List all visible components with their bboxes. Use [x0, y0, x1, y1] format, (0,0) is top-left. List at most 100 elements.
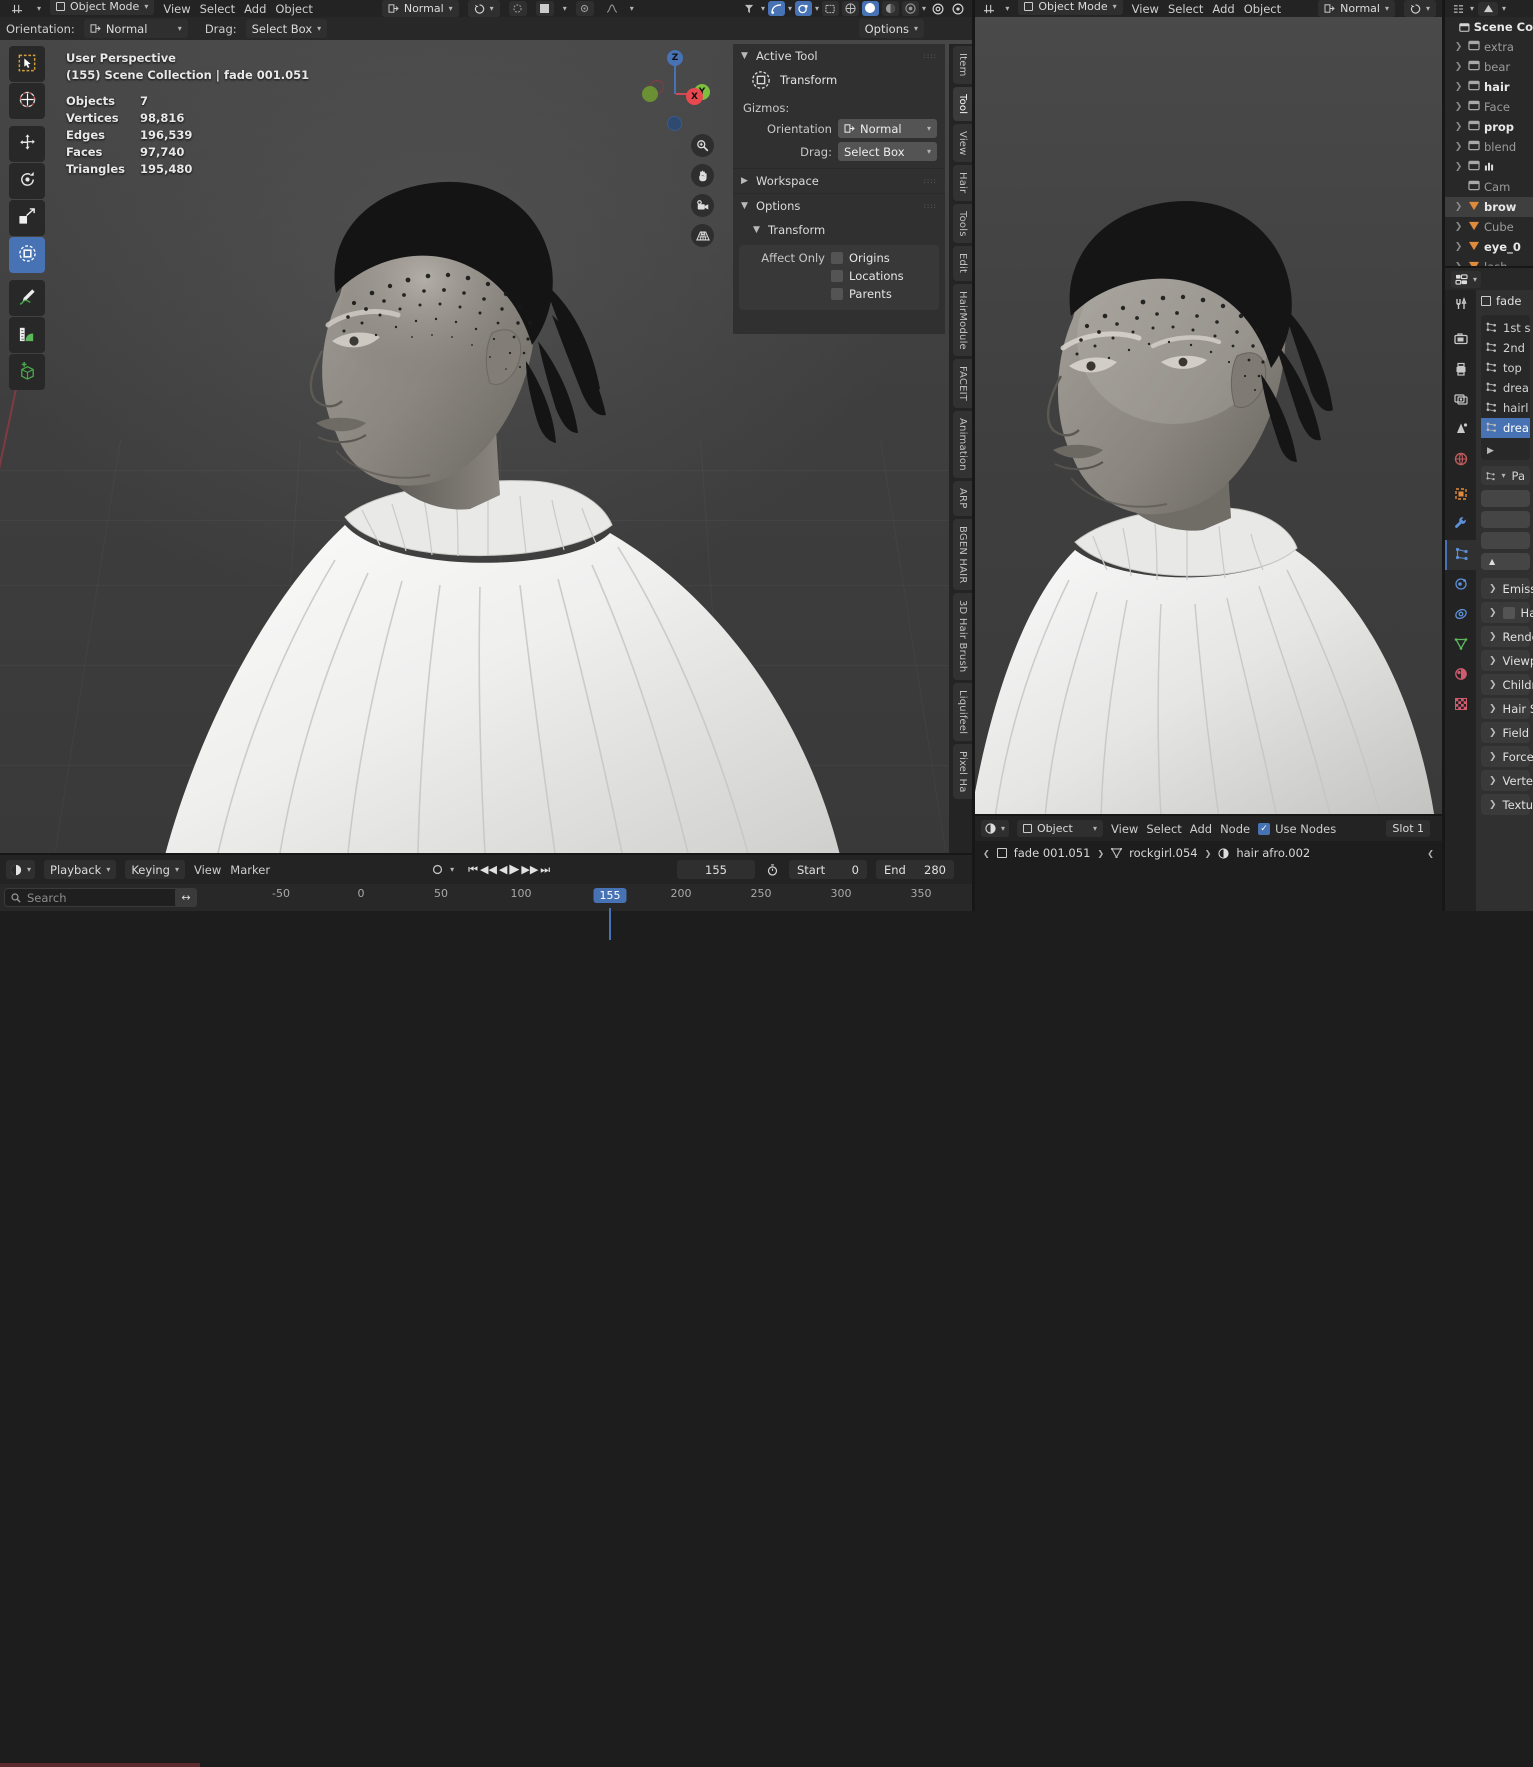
viewport-shading-options-icon[interactable] — [929, 1, 946, 16]
timeline-header[interactable]: ▾ Playback ▾ Keying ▾ View Marker ▾ ⏮ ◀◀ ◀… — [0, 855, 972, 884]
particle-settings-datablock[interactable]: ▾ Pa — [1481, 466, 1530, 485]
shading-material-icon[interactable] — [881, 1, 899, 16]
view-layer-properties-tab[interactable] — [1445, 385, 1476, 415]
outliner-row[interactable]: ❯ eye_0 — [1445, 237, 1533, 257]
n-panel-tab-hairmodule[interactable]: HairModule — [953, 283, 972, 357]
grip-icon[interactable]: :::: — [924, 203, 937, 210]
affect-only-row[interactable]: Parents — [739, 285, 939, 303]
menu-select[interactable]: Select — [1168, 2, 1203, 16]
constraint-properties-tab[interactable] — [1445, 600, 1476, 630]
overlays-toggle-icon[interactable] — [794, 1, 812, 16]
transform-orientation-dropdown[interactable]: Normal ▾ — [1318, 0, 1395, 17]
play-icon[interactable]: ▶ — [509, 862, 519, 877]
object-properties-tab[interactable] — [1445, 480, 1476, 510]
outliner[interactable]: ▾ ▾ Scene Co ❯ extra ❯ bear ❯ hair ❯ Face ❯ prop ❯… — [1445, 0, 1533, 268]
material-slot-button[interactable]: Slot 1 — [1386, 820, 1430, 837]
pan-icon[interactable] — [691, 164, 714, 187]
n-panel-tab-view[interactable]: View — [953, 123, 972, 163]
outliner-row[interactable]: ❯ prop — [1445, 117, 1533, 137]
scale-tool[interactable] — [9, 200, 45, 236]
n-panel-tab-arp[interactable]: ARP — [953, 481, 972, 516]
shader-menu-add[interactable]: Add — [1190, 822, 1212, 836]
current-frame-field[interactable]: 155 — [677, 860, 755, 879]
outliner-row[interactable]: ❯ hair — [1445, 77, 1533, 97]
property-panel-vertex[interactable]: ❯ Vertex — [1481, 770, 1533, 791]
viewport-right[interactable] — [975, 0, 1442, 816]
frame-start-field[interactable]: Start 0 — [789, 860, 867, 879]
keying-dropdown[interactable]: Keying ▾ — [125, 860, 185, 879]
add-cube-tool[interactable] — [9, 354, 45, 390]
viewport-toolbar[interactable] — [9, 46, 45, 391]
use-nodes-checkbox[interactable]: ✓ — [1258, 822, 1271, 835]
property-bar[interactable] — [1481, 532, 1530, 549]
gizmo-axis-minus-z[interactable] — [667, 116, 682, 131]
editor-type-icon[interactable] — [1451, 2, 1466, 16]
dopesheet-channel-row[interactable] — [0, 1763, 200, 1767]
search-input[interactable]: Search — [4, 888, 192, 907]
timeline-menu-marker[interactable]: Marker — [230, 863, 270, 877]
n-panel-tab-tool[interactable]: Tool — [953, 86, 972, 121]
property-panel-force[interactable]: ❯ Force — [1481, 746, 1533, 767]
workspace-header[interactable]: ▶ Workspace :::: — [733, 169, 945, 193]
breadcrumb-forward-icon[interactable]: ❮ — [1427, 849, 1434, 858]
physics-properties-tab[interactable] — [1445, 570, 1476, 600]
shading-solid-icon[interactable] — [861, 1, 879, 16]
snap-dropdown[interactable]: ▾ — [467, 0, 500, 17]
n-panel-tab-animation[interactable]: Animation — [953, 411, 972, 479]
gizmo-drag-dropdown[interactable]: Select Box ▾ — [837, 142, 937, 161]
falloff-icon[interactable] — [603, 1, 621, 16]
particle-system-list[interactable]: 1st s 2nd top drea hairl drea ▶ — [1481, 315, 1530, 460]
shader-menu-node[interactable]: Node — [1220, 822, 1250, 836]
output-properties-tab[interactable] — [1445, 355, 1476, 385]
breadcrumb-back-icon[interactable]: ❮ — [983, 849, 990, 858]
area-splitter-horizontal-3[interactable] — [1445, 266, 1533, 268]
area-splitter-horizontal-2[interactable] — [975, 814, 1442, 816]
playback-dropdown[interactable]: Playback ▾ — [44, 860, 117, 879]
transform-tool[interactable] — [9, 237, 45, 273]
options-dropdown[interactable]: Options ▾ — [858, 19, 924, 38]
transform-orientation-dropdown[interactable]: Normal ▾ — [381, 0, 459, 17]
affect-only-row[interactable]: Affect Only Origins — [739, 249, 939, 267]
breadcrumb-object[interactable]: fade 001.051 — [1014, 846, 1091, 860]
properties-tab-column[interactable] — [1445, 290, 1476, 911]
area-splitter-vertical[interactable] — [972, 0, 975, 911]
menu-add[interactable]: Add — [1212, 2, 1234, 16]
next-keyframe-icon[interactable]: ▶▶ — [521, 863, 538, 876]
annotate-tool[interactable] — [9, 280, 45, 316]
outliner-row[interactable]: ❯ brow — [1445, 197, 1533, 217]
disclosure-triangle-icon[interactable]: ❯ — [1453, 222, 1464, 232]
shader-editor[interactable]: ▾ Object ▾ View Select Add Node ✓ Use No… — [975, 816, 1442, 911]
filter-toggle[interactable]: ↔ — [175, 888, 197, 907]
shader-editor-header[interactable]: ▾ Object ▾ View Select Add Node ✓ Use No… — [975, 816, 1442, 841]
viewport-header-left[interactable]: ▾ Object Mode ▾ View Select Add Object N… — [0, 0, 972, 17]
properties-editor[interactable]: ▾ fade 1st s 2nd top drea hairl drea ▶ ▾ Pa — [1445, 268, 1533, 911]
n-panel[interactable]: ▼ Active Tool :::: Transform Gizmos: Ori… — [733, 44, 945, 334]
property-panel-rende[interactable]: ❯ Rende — [1481, 626, 1533, 647]
particle-system-row[interactable]: 1st s — [1481, 318, 1530, 338]
property-panel-textur[interactable]: ❯ Textur — [1481, 794, 1533, 815]
play-reverse-icon[interactable]: ◀ — [499, 863, 507, 876]
breadcrumb-mesh[interactable]: rockgirl.054 — [1129, 846, 1198, 860]
expand-icon[interactable]: ▶ — [1487, 446, 1494, 456]
material-properties-tab[interactable] — [1445, 660, 1476, 690]
menu-view[interactable]: View — [163, 2, 190, 16]
xray-toggle-icon[interactable] — [821, 1, 839, 16]
checkbox-locations[interactable] — [831, 270, 843, 282]
checkbox-origins[interactable] — [831, 252, 843, 264]
particle-system-row[interactable]: drea — [1481, 378, 1530, 398]
menu-object[interactable]: Object — [1244, 2, 1281, 16]
breadcrumb-material[interactable]: hair afro.002 — [1236, 846, 1310, 860]
checkbox-parents[interactable] — [831, 288, 843, 300]
options-header[interactable]: ▼ Options :::: — [733, 194, 945, 218]
properties-breadcrumb[interactable]: fade — [1481, 294, 1530, 308]
n-panel-section-active-tool[interactable]: ▼ Active Tool :::: Transform Gizmos: Ori… — [733, 44, 945, 169]
visibility-filter-icon[interactable] — [741, 1, 758, 16]
shading-flat-icon[interactable] — [535, 1, 554, 16]
outliner-row[interactable]: ❯ Cube — [1445, 217, 1533, 237]
scene-properties-tab[interactable] — [1445, 415, 1476, 445]
shading-wireframe-icon[interactable] — [841, 1, 859, 16]
outliner-row[interactable]: Cam — [1445, 177, 1533, 197]
xray-icon[interactable] — [575, 1, 594, 16]
grip-icon[interactable]: :::: — [924, 178, 937, 185]
shader-menu-select[interactable]: Select — [1146, 822, 1181, 836]
